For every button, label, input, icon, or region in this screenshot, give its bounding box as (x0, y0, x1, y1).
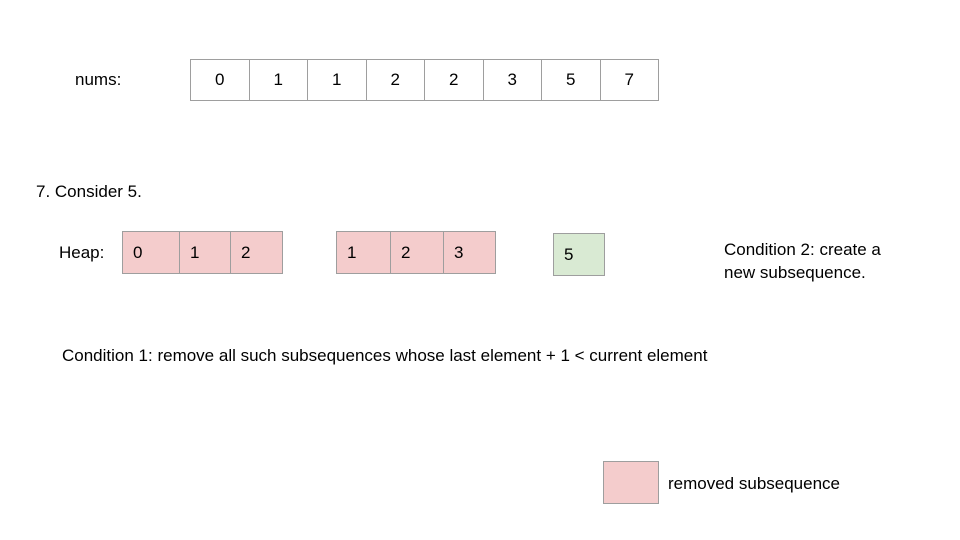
heap-subsequence-removed: 0 1 2 (122, 231, 283, 274)
heap-cell: 2 (391, 232, 444, 274)
nums-cell: 2 (366, 60, 425, 101)
condition-2-text: Condition 2: create a new subsequence. (724, 238, 881, 284)
nums-cell: 1 (249, 60, 308, 101)
legend-label: removed subsequence (668, 474, 841, 493)
heap-cell: 5 (554, 234, 605, 276)
heap-cell: 1 (337, 232, 391, 274)
nums-cell: 5 (542, 60, 601, 101)
condition-1-text: Condition 1: remove all such subsequence… (62, 346, 708, 365)
nums-cell: 7 (600, 60, 659, 101)
nums-cell: 3 (483, 60, 542, 101)
heap-cell: 3 (444, 232, 496, 274)
heap-subsequence-removed: 1 2 3 (336, 231, 496, 274)
heap-subsequence-new: 5 (553, 233, 605, 276)
nums-label: nums: (75, 70, 122, 89)
condition-2-line: Condition 2: create a (724, 240, 881, 259)
legend-swatch-removed (603, 461, 659, 504)
heap-cell: 0 (123, 232, 180, 274)
nums-cell: 0 (191, 60, 250, 101)
nums-array: 0 1 1 2 2 3 5 7 (190, 59, 659, 101)
heap-label: Heap: (59, 243, 105, 262)
step-title: 7. Consider 5. (36, 182, 142, 201)
heap-cell: 1 (180, 232, 231, 274)
nums-cell: 2 (425, 60, 484, 101)
nums-cell: 1 (308, 60, 367, 101)
condition-2-line: new subsequence. (724, 263, 866, 282)
heap-cell: 2 (231, 232, 283, 274)
